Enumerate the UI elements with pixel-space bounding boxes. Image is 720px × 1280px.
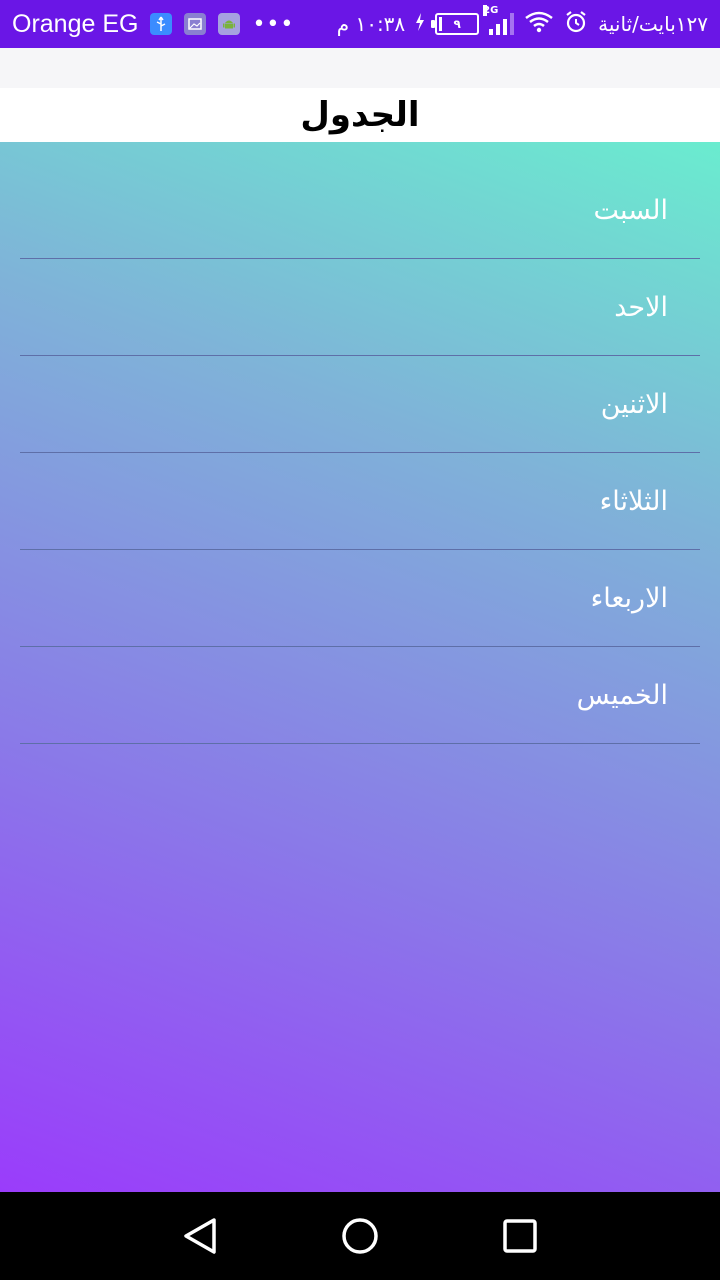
list-item-thursday[interactable]: الخميس xyxy=(20,647,700,744)
list-item-label: الخميس xyxy=(576,679,668,711)
list-item-label: الاحد xyxy=(614,291,668,323)
list-item-saturday[interactable]: السبت xyxy=(20,162,700,259)
page-title: الجدول xyxy=(300,95,420,135)
header: الجدول xyxy=(0,88,720,142)
wifi-icon xyxy=(524,11,554,37)
back-button[interactable] xyxy=(152,1192,248,1280)
home-icon xyxy=(342,1218,378,1254)
network-speed: ١٢٧بايت/ثانية xyxy=(598,12,708,36)
battery-level: ٩ xyxy=(453,17,461,31)
list-item-label: الاربعاء xyxy=(590,582,668,614)
list-item-label: الاثنين xyxy=(600,388,668,420)
list-item-wednesday[interactable]: الاربعاء xyxy=(20,550,700,647)
schedule-background: السبت الاحد الاثنين الثلاثاء الاربعاء ال… xyxy=(0,142,720,1192)
list-item-tuesday[interactable]: الثلاثاء xyxy=(20,453,700,550)
status-bar: Orange EG ••• ١٠:٣٨ م ٩ 2G ١٢٧بايت/ثانية xyxy=(0,0,720,48)
alarm-icon xyxy=(564,10,588,38)
top-strip xyxy=(0,48,720,88)
list-item-monday[interactable]: الاثنين xyxy=(20,356,700,453)
charging-icon xyxy=(415,13,425,35)
recents-icon xyxy=(503,1219,537,1253)
image-icon xyxy=(184,13,207,35)
back-icon xyxy=(184,1218,216,1254)
list-item-label: الثلاثاء xyxy=(599,485,668,517)
home-button[interactable] xyxy=(312,1192,408,1280)
android-icon xyxy=(218,13,241,35)
signal-icon: 2G xyxy=(483,5,515,35)
navigation-bar xyxy=(0,1192,720,1280)
carrier-name: Orange EG xyxy=(12,9,139,38)
list-item-label: السبت xyxy=(593,194,668,226)
battery-icon: ٩ xyxy=(431,13,480,35)
usb-icon xyxy=(150,13,173,35)
more-dots-icon: ••• xyxy=(252,11,295,37)
network-type: 2G xyxy=(483,5,499,16)
status-time: ١٠:٣٨ م xyxy=(336,12,406,36)
list-item-sunday[interactable]: الاحد xyxy=(20,259,700,356)
day-list: السبت الاحد الاثنين الثلاثاء الاربعاء ال… xyxy=(20,162,700,744)
recents-button[interactable] xyxy=(472,1192,568,1280)
